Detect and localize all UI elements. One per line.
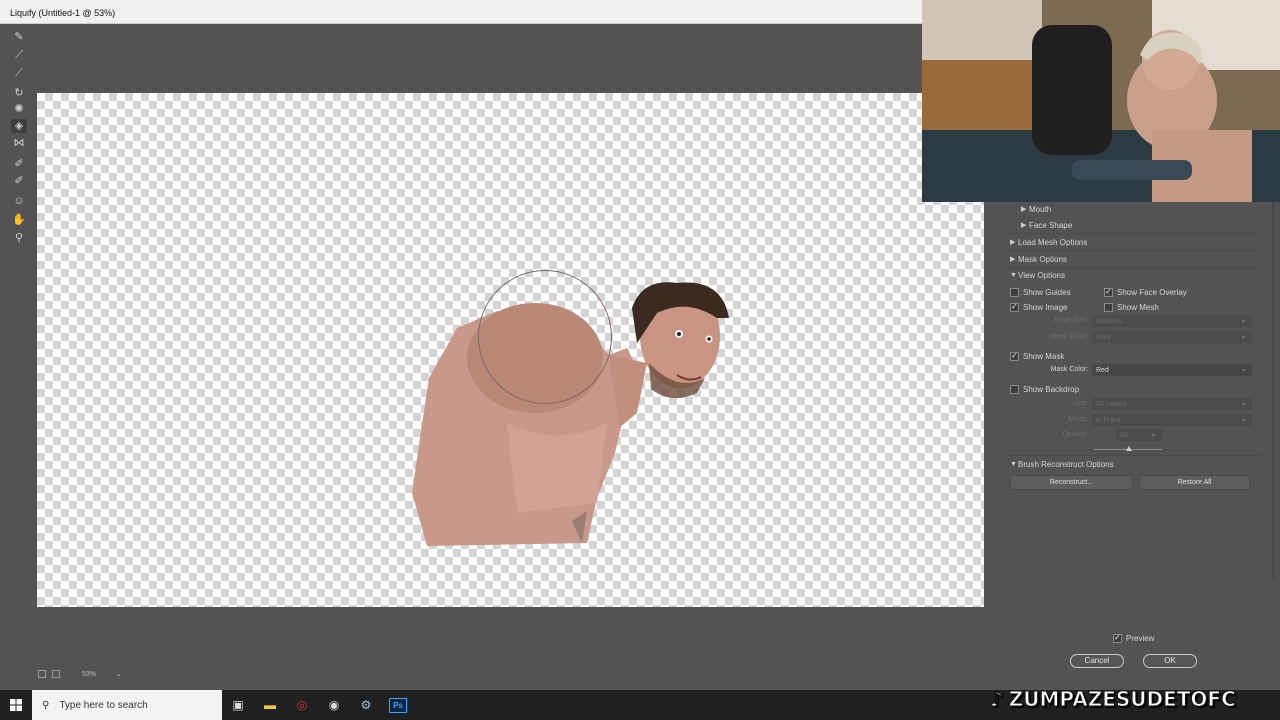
- checkbox[interactable]: [1010, 384, 1019, 394]
- load-mesh-options-section[interactable]: ▶ Load Mesh Options: [1010, 235, 1087, 249]
- webcam-feed: [922, 0, 1280, 202]
- show-guides-checkbox[interactable]: Show Guides: [1010, 285, 1071, 299]
- use-select[interactable]: All Layers: [1092, 397, 1252, 410]
- show-mask-checkbox[interactable]: Show Mask: [1010, 349, 1064, 363]
- zoom-icon[interactable]: ⚲: [11, 231, 27, 245]
- zoom-level[interactable]: 53%: [82, 671, 96, 678]
- opacity-slider-knob[interactable]: [1126, 446, 1132, 451]
- window-title: Liquify (Untitled-1 @ 53%): [0, 0, 922, 24]
- bloat-icon[interactable]: ◈: [11, 119, 27, 133]
- checkbox[interactable]: [1010, 287, 1019, 297]
- checkbox[interactable]: [1010, 351, 1019, 361]
- reconstruct-icon[interactable]: ⟋: [11, 48, 27, 62]
- mask-color-select[interactable]: Red: [1092, 363, 1252, 376]
- checkbox[interactable]: [1010, 302, 1019, 312]
- opacity-label: Opacity:: [1062, 431, 1088, 438]
- divider: [1008, 455, 1260, 456]
- zoom-in-icon[interactable]: [52, 670, 60, 678]
- freeze-mask-icon[interactable]: ✐: [11, 157, 27, 171]
- properties-panel: ▶ Mouth ▶ Face Shape ▶ Load Mesh Options…: [1000, 200, 1280, 686]
- triangle-right-icon: ▶: [1010, 239, 1016, 246]
- mode-select[interactable]: In Front: [1092, 413, 1252, 426]
- twirl-icon[interactable]: ↻: [11, 86, 27, 100]
- photoshop-icon[interactable]: Ps: [382, 690, 414, 720]
- mask-color-label: Mask Color:: [1050, 366, 1088, 373]
- brush-reconstruct-section[interactable]: ▼ Brush Reconstruct Options: [1010, 457, 1114, 471]
- face-shape-section[interactable]: ▶ Face Shape: [1021, 218, 1072, 232]
- taskbar-search[interactable]: ⚲ Type here to search: [32, 690, 222, 720]
- divider: [1008, 250, 1260, 251]
- mesh-size-select[interactable]: Medium: [1092, 314, 1252, 327]
- mesh-size-label: Mesh Size:: [1053, 317, 1088, 324]
- panel-scrollbar[interactable]: [1272, 200, 1275, 580]
- push-left-icon[interactable]: ⋈: [11, 136, 27, 150]
- chevron-down-icon[interactable]: ⌄: [116, 670, 122, 678]
- cancel-button[interactable]: Cancel: [1070, 654, 1124, 668]
- show-face-overlay-checkbox[interactable]: Show Face Overlay: [1104, 285, 1187, 299]
- browser-icon[interactable]: ◉: [318, 690, 350, 720]
- preview-checkbox[interactable]: Preview: [1113, 631, 1154, 645]
- mode-label: Mode:: [1068, 416, 1088, 423]
- face-tool-icon[interactable]: ☺: [11, 194, 27, 208]
- stream-watermark: ♪ ZUMPAZESUDETOFC: [990, 684, 1280, 714]
- show-mesh-checkbox[interactable]: Show Mesh: [1104, 300, 1159, 314]
- divider: [1008, 233, 1260, 234]
- zoom-out-icon[interactable]: [38, 670, 46, 678]
- webcam-overlay: [922, 0, 1280, 202]
- mesh-color-select[interactable]: Gray: [1092, 330, 1252, 343]
- pucker-icon[interactable]: ✺: [11, 102, 27, 116]
- restore-all-button[interactable]: Restore All: [1139, 475, 1250, 490]
- search-icon: ⚲: [42, 699, 50, 711]
- show-backdrop-checkbox[interactable]: Show Backdrop: [1010, 382, 1079, 396]
- triangle-right-icon: ▶: [1021, 222, 1027, 229]
- smooth-icon[interactable]: ⟋: [11, 66, 27, 80]
- steam-icon[interactable]: ⚙: [350, 690, 382, 720]
- search-placeholder: Type here to search: [59, 699, 148, 711]
- opacity-input[interactable]: 50: [1116, 428, 1162, 441]
- thaw-mask-icon[interactable]: ✐: [11, 174, 27, 188]
- reconstruct-button[interactable]: Reconstruct...: [1010, 475, 1133, 490]
- brush-cursor: [478, 270, 612, 404]
- mouth-section[interactable]: ▶ Mouth: [1021, 202, 1051, 216]
- windows-start-icon[interactable]: [0, 690, 32, 720]
- triangle-right-icon: ▶: [1010, 256, 1016, 263]
- triangle-down-icon: ▼: [1010, 460, 1017, 468]
- checkbox[interactable]: [1104, 287, 1113, 297]
- triangle-down-icon: ▼: [1010, 271, 1017, 279]
- checkbox[interactable]: [1104, 302, 1113, 312]
- mask-options-section[interactable]: ▶ Mask Options: [1010, 252, 1067, 266]
- triangle-right-icon: ▶: [1021, 206, 1027, 213]
- liquify-toolbar: ✎ ⟋ ⟋ ↻ ✺ ◈ ⋈ ✐ ✐ ☺ ✋ ⚲: [0, 24, 37, 686]
- opera-icon[interactable]: ◎: [286, 690, 318, 720]
- view-options-section[interactable]: ▼ View Options: [1010, 268, 1065, 282]
- checkbox[interactable]: [1113, 633, 1122, 643]
- tiktok-icon: ♪: [990, 687, 1004, 712]
- hand-icon[interactable]: ✋: [11, 213, 27, 227]
- zoom-control: 53% ⌄: [38, 670, 122, 678]
- file-explorer-icon[interactable]: ▬: [254, 690, 286, 720]
- mesh-color-label: Mesh Color:: [1050, 333, 1088, 340]
- use-label: Use:: [1073, 400, 1088, 407]
- watermark-text: ZUMPAZESUDETOFC: [1008, 687, 1236, 712]
- task-view-icon[interactable]: ▣: [222, 690, 254, 720]
- forward-warp-icon[interactable]: ✎: [11, 30, 27, 44]
- show-image-checkbox[interactable]: Show Image: [1010, 300, 1067, 314]
- ok-button[interactable]: OK: [1143, 654, 1197, 668]
